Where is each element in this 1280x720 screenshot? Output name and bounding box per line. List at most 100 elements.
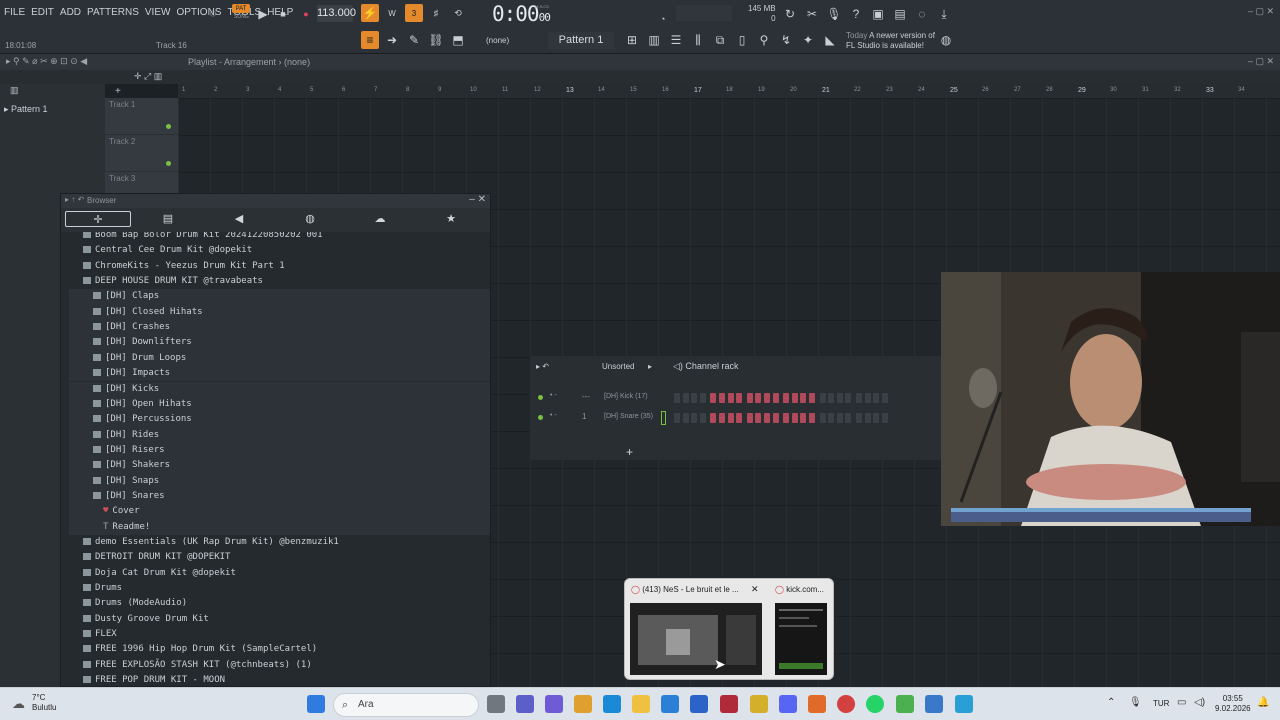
channel-select-indicator[interactable]	[661, 411, 666, 425]
discord-icon[interactable]	[779, 695, 797, 713]
system-clock[interactable]: 03:55 9.02.2026	[1215, 694, 1251, 714]
wait-for-input-icon[interactable]: W	[383, 4, 401, 22]
browser-folder-item[interactable]: [DH] Impacts	[93, 366, 170, 381]
snap-selector[interactable]: (none)	[486, 36, 509, 45]
step-button[interactable]	[755, 393, 762, 403]
step-button[interactable]	[819, 413, 826, 423]
tab-online-icon[interactable]: ◍	[277, 211, 343, 227]
step-button[interactable]	[727, 393, 734, 403]
step-button[interactable]	[764, 413, 770, 423]
step-button[interactable]	[674, 393, 680, 403]
browser-folder-item[interactable]: [DH] Snaps	[93, 474, 159, 489]
browser-folder-item[interactable]: FREE EXPLOSÃO STASH KIT (@tchnbeats) (1)	[83, 658, 312, 673]
browser-folder-item[interactable]: Central Cee Drum Kit @dopekit	[83, 243, 252, 258]
step-button[interactable]	[809, 393, 815, 403]
menu-file[interactable]: FILE	[4, 7, 25, 18]
track-header-1[interactable]: Track 1	[105, 98, 178, 135]
record-icon[interactable]: ●	[297, 5, 315, 23]
browser-folder-item[interactable]: [DH] Risers	[93, 443, 165, 458]
mixer-faders-icon[interactable]: ⫼	[689, 31, 707, 49]
channel-mixer-track[interactable]: 1	[582, 412, 586, 421]
menu-view[interactable]: VIEW	[145, 7, 171, 18]
channel-name-button[interactable]: [DH] Snare (35)	[604, 413, 653, 420]
stamp-icon[interactable]: ⬒	[449, 31, 467, 49]
playlist-icon[interactable]: ≡	[361, 31, 379, 49]
step-button[interactable]	[710, 413, 717, 423]
preview-thumbnail-2[interactable]	[775, 603, 827, 675]
preview-thumbnail-1[interactable]	[630, 603, 762, 675]
channel-mute-led[interactable]	[538, 415, 543, 420]
save-icon[interactable]: ▣	[869, 5, 887, 23]
browser-folder-item[interactable]: Drums	[83, 581, 122, 596]
step-button[interactable]	[682, 393, 689, 403]
step-button[interactable]	[856, 393, 862, 403]
windows-start-icon[interactable]	[307, 695, 325, 713]
undo-history-icon[interactable]: ↻	[781, 5, 799, 23]
pattern-list-item[interactable]: ▸ Pattern 1	[4, 104, 48, 115]
tab-project-icon[interactable]: ▤	[135, 211, 201, 227]
browser-folder-item[interactable]: Drums (ModeAudio)	[83, 596, 187, 611]
weather-widget[interactable]: 7°C Bulutlu	[32, 693, 56, 713]
fl-studio-taskbar-icon[interactable]	[808, 695, 826, 713]
tray-chevron-icon[interactable]: ⌃	[1107, 697, 1115, 708]
plugin-icon[interactable]: ⧉	[711, 31, 729, 49]
picker-toolbar-icons[interactable]: ▥	[10, 85, 19, 96]
preview-tab-1[interactable]: ◯ (413) NeS - Le bruit et le ...	[631, 585, 739, 594]
paint-icon[interactable]: ✎	[405, 31, 423, 49]
browser-folder-item[interactable]: Doja Cat Drum Kit @dopekit	[83, 566, 236, 581]
marker-icon[interactable]: ↯	[777, 31, 795, 49]
step-button[interactable]	[755, 413, 762, 423]
browser-folder-item[interactable]: [DH] Claps	[93, 289, 159, 304]
track-header-2[interactable]: Track 2	[105, 135, 178, 172]
tab-all-icon[interactable]: ✛	[65, 211, 131, 227]
globe-icon[interactable]: ◍	[937, 31, 955, 49]
meet-icon[interactable]	[545, 695, 563, 713]
browser-folder-item[interactable]: Dusty Groove Drum Kit	[83, 612, 209, 627]
channel-row[interactable]: • - 1 [DH] Snare (35)	[530, 409, 941, 427]
step-button[interactable]	[845, 413, 852, 423]
channel-rack-icon[interactable]: ☰	[667, 31, 685, 49]
step-button[interactable]	[819, 393, 826, 403]
step-edit-icon[interactable]: ♯	[427, 4, 445, 22]
help-icon[interactable]: ?	[847, 5, 865, 23]
main-volume-display[interactable]	[676, 5, 732, 21]
stop-icon[interactable]: ■	[274, 5, 292, 23]
plug-icon[interactable]: ⚲	[755, 31, 773, 49]
menu-patterns[interactable]: PATTERNS	[87, 7, 139, 18]
file-explorer-icon[interactable]	[632, 695, 650, 713]
browser-folder-item[interactable]: Boom Bap Bolor Drum Kit 20241220850202 0…	[83, 232, 323, 243]
step-button[interactable]	[783, 393, 790, 403]
news-panel[interactable]: Today A newer version of FL Studio is av…	[846, 31, 935, 51]
store-icon[interactable]	[690, 695, 708, 713]
channel-mute-led[interactable]	[538, 395, 543, 400]
browser-folder-item[interactable]: DEEP HOUSE DRUM KIT @travabeats	[83, 274, 263, 289]
browser-folder-item[interactable]: FREE POP DRUM KIT - MOON	[83, 673, 225, 688]
browser-folder-item[interactable]: FLEX	[83, 627, 117, 642]
step-button[interactable]	[800, 413, 807, 423]
tray-mic-icon[interactable]: 🎙	[1129, 697, 1142, 708]
track-mute-led[interactable]	[166, 161, 171, 166]
link-icon[interactable]: ⛓	[427, 31, 445, 49]
metronome-icon[interactable]: ⚡	[361, 4, 379, 22]
step-button[interactable]	[800, 393, 807, 403]
mixer-icon[interactable]: ⊞	[623, 31, 641, 49]
app-window-icon[interactable]	[925, 695, 943, 713]
step-button[interactable]	[836, 413, 843, 423]
tempo-display[interactable]: 113.000	[317, 5, 356, 22]
master-pitch-icon[interactable]: ◔	[660, 14, 665, 24]
edge-icon[interactable]	[603, 695, 621, 713]
playlist-view-icons[interactable]: ✛ ⤢ ▥	[134, 71, 162, 82]
step-button[interactable]	[791, 393, 798, 403]
rack-options-icon[interactable]: ▸ ↶	[536, 362, 549, 371]
volume-icon[interactable]: ◁)	[1194, 697, 1205, 708]
pattern-selector[interactable]: Pattern 1	[548, 32, 614, 49]
tab-favorites-icon[interactable]: ★	[418, 211, 484, 227]
browser-folder-item[interactable]: [DH] Shakers	[93, 458, 170, 473]
step-button[interactable]	[736, 393, 743, 403]
step-button[interactable]	[809, 413, 815, 423]
step-button[interactable]	[772, 413, 779, 423]
microphone-icon[interactable]: 🎙	[825, 5, 843, 23]
countdown-icon[interactable]: 3	[405, 4, 423, 22]
window-controls[interactable]: – ▢ ✕	[1248, 6, 1274, 17]
step-button[interactable]	[699, 393, 706, 403]
